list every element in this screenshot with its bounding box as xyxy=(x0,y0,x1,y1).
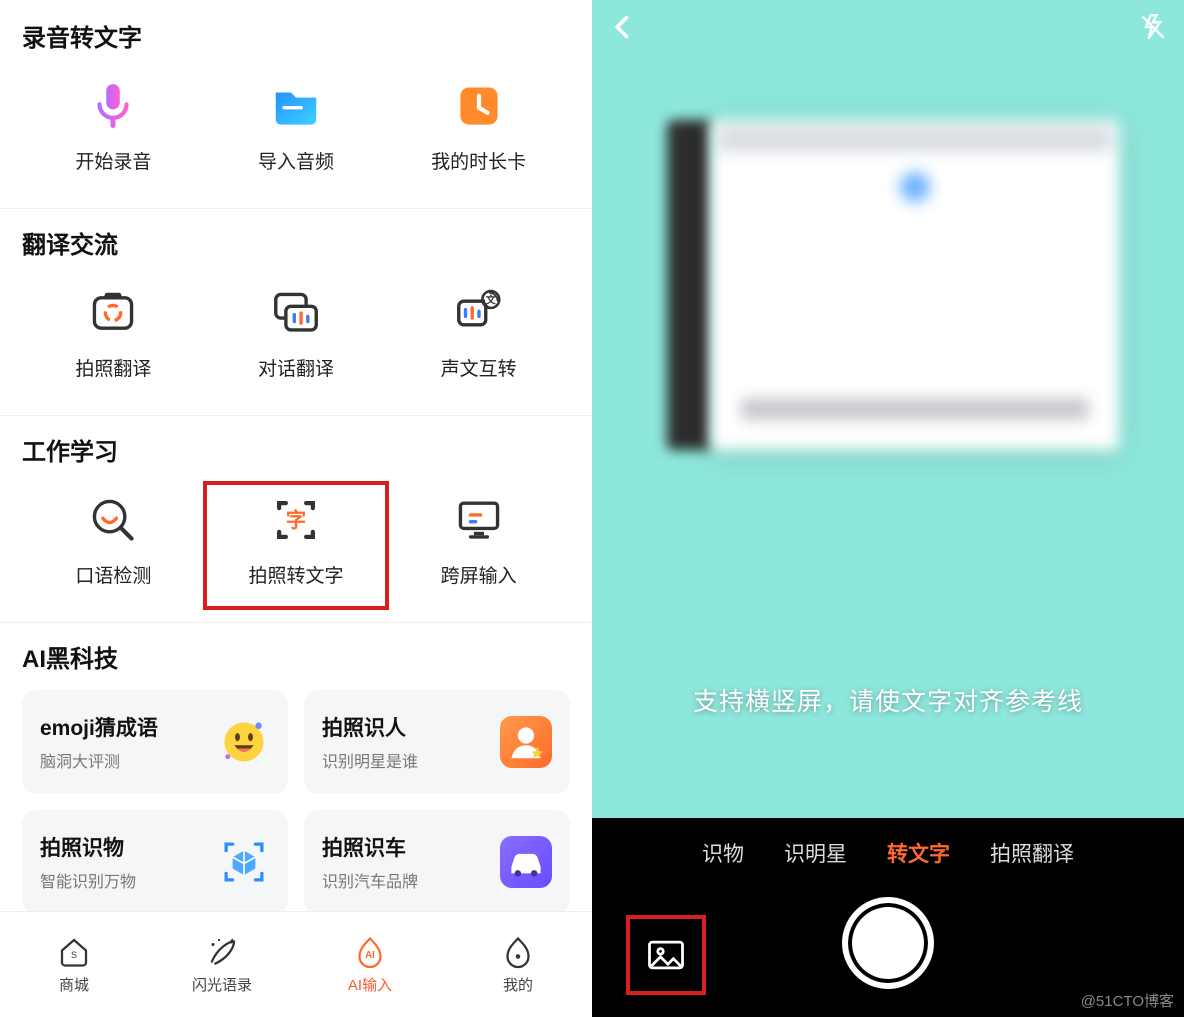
tool-duration-card[interactable]: 我的时长卡 xyxy=(387,69,570,194)
section-title: 翻译交流 xyxy=(22,217,570,276)
camera-translate-icon xyxy=(86,286,140,340)
card-subtitle: 识别明星是谁 xyxy=(322,748,418,772)
home-icon: S xyxy=(56,934,92,970)
mode-to-text[interactable]: 转文字 xyxy=(887,838,950,868)
svg-text:AI: AI xyxy=(365,950,375,961)
tool-label: 我的时长卡 xyxy=(431,147,526,174)
tool-label: 对话翻译 xyxy=(258,354,334,381)
mode-identify-object[interactable]: 识物 xyxy=(702,838,744,868)
card-subtitle: 智能识别万物 xyxy=(40,868,136,892)
card-photo-identify-car[interactable]: 拍照识车 识别汽车品牌 xyxy=(304,810,570,911)
feather-icon xyxy=(204,934,240,970)
emoji-laugh-icon xyxy=(218,716,270,768)
shutter-button[interactable] xyxy=(842,897,934,989)
back-button[interactable] xyxy=(606,10,640,44)
tool-label: 声文互转 xyxy=(441,354,517,381)
card-photo-identify-object[interactable]: 拍照识物 智能识别万物 xyxy=(22,810,288,911)
dialogue-icon xyxy=(269,286,323,340)
tool-label: 导入音频 xyxy=(258,147,334,174)
folder-icon xyxy=(269,79,323,133)
card-title: emoji猜成语 xyxy=(40,712,158,742)
svg-text:字: 字 xyxy=(286,508,306,532)
search-smile-icon xyxy=(86,493,140,547)
mode-photo-translate[interactable]: 拍照翻译 xyxy=(990,838,1074,868)
tool-dialogue-translate[interactable]: 对话翻译 xyxy=(205,276,388,401)
mode-selector[interactable]: 识物 识明星 转文字 拍照翻译 xyxy=(592,818,1184,878)
card-subtitle: 脑洞大评测 xyxy=(40,748,158,772)
card-subtitle: 识别汽车品牌 xyxy=(322,868,418,892)
section-title: AI黑科技 xyxy=(22,631,570,690)
watermark: @51CTO博客 xyxy=(1081,990,1174,1011)
tool-label: 开始录音 xyxy=(75,147,151,174)
section-audio-to-text: 录音转文字 开始录音 导入音频 xyxy=(0,10,592,209)
camera-bottom-bar: 识物 识明星 转文字 拍照翻译 xyxy=(592,818,1184,1017)
drop-icon xyxy=(500,934,536,970)
ai-drop-icon: AI xyxy=(352,934,388,970)
tool-import-audio[interactable]: 导入音频 xyxy=(205,69,388,194)
nav-label: 商城 xyxy=(59,974,89,995)
card-title: 拍照识车 xyxy=(322,832,418,862)
nav-label: 我的 xyxy=(503,974,533,995)
tool-label: 跨屏输入 xyxy=(441,561,517,588)
tool-photo-translate[interactable]: 拍照翻译 xyxy=(22,276,205,401)
scroll-area[interactable]: 录音转文字 开始录音 导入音频 xyxy=(0,0,592,911)
nav-ai-input[interactable]: AI AI输入 xyxy=(296,912,444,1017)
tool-oral-detect[interactable]: 口语检测 xyxy=(22,483,205,608)
camera-screen: 支持横竖屏，请使文字对齐参考线 识物 识明星 转文字 拍照翻译 xyxy=(592,0,1184,1017)
section-translate: 翻译交流 拍照翻译 对话翻译 文 xyxy=(0,217,592,416)
section-title: 录音转文字 xyxy=(22,10,570,69)
svg-text:S: S xyxy=(71,950,77,960)
microphone-icon xyxy=(86,79,140,133)
features-screen: 录音转文字 开始录音 导入音频 xyxy=(0,0,592,1017)
section-title: 工作学习 xyxy=(22,424,570,483)
nav-flash-quotes[interactable]: 闪光语录 xyxy=(148,912,296,1017)
section-work-study: 工作学习 口语检测 字 拍照转文字 xyxy=(0,424,592,623)
tool-cross-screen-input[interactable]: 跨屏输入 xyxy=(387,483,570,608)
tool-label: 拍照转文字 xyxy=(248,561,343,588)
gallery-icon xyxy=(644,933,688,977)
tool-start-record[interactable]: 开始录音 xyxy=(22,69,205,194)
car-icon xyxy=(500,836,552,888)
clock-icon xyxy=(452,79,506,133)
card-title: 拍照识人 xyxy=(322,712,418,742)
tool-photo-to-text[interactable]: 字 拍照转文字 xyxy=(205,483,388,608)
nav-label: 闪光语录 xyxy=(192,974,252,995)
voice-text-icon: 文 xyxy=(452,286,506,340)
tool-label: 拍照翻译 xyxy=(75,354,151,381)
blurred-preview xyxy=(667,120,1119,450)
tool-voice-text-convert[interactable]: 文 声文互转 xyxy=(387,276,570,401)
camera-viewfinder[interactable]: 支持横竖屏，请使文字对齐参考线 xyxy=(592,0,1184,818)
person-star-icon xyxy=(500,716,552,768)
card-photo-identify-person[interactable]: 拍照识人 识别明星是谁 xyxy=(304,690,570,794)
card-emoji-idiom[interactable]: emoji猜成语 脑洞大评测 xyxy=(22,690,288,794)
nav-label: AI输入 xyxy=(348,974,392,995)
card-title: 拍照识物 xyxy=(40,832,136,862)
nav-store[interactable]: S 商城 xyxy=(0,912,148,1017)
camera-hint-text: 支持横竖屏，请使文字对齐参考线 xyxy=(592,682,1184,718)
tool-label: 口语检测 xyxy=(75,561,151,588)
gallery-button[interactable] xyxy=(626,915,706,995)
bottom-nav: S 商城 闪光语录 AI AI输入 我的 xyxy=(0,911,592,1017)
flash-off-icon[interactable] xyxy=(1136,10,1170,44)
section-ai-tech: AI黑科技 emoji猜成语 脑洞大评测 拍照识人 识别明星是谁 xyxy=(0,631,592,911)
scan-text-icon: 字 xyxy=(269,493,323,547)
mode-identify-star[interactable]: 识明星 xyxy=(784,838,847,868)
monitor-icon xyxy=(452,493,506,547)
scan-cube-icon xyxy=(218,836,270,888)
nav-mine[interactable]: 我的 xyxy=(444,912,592,1017)
